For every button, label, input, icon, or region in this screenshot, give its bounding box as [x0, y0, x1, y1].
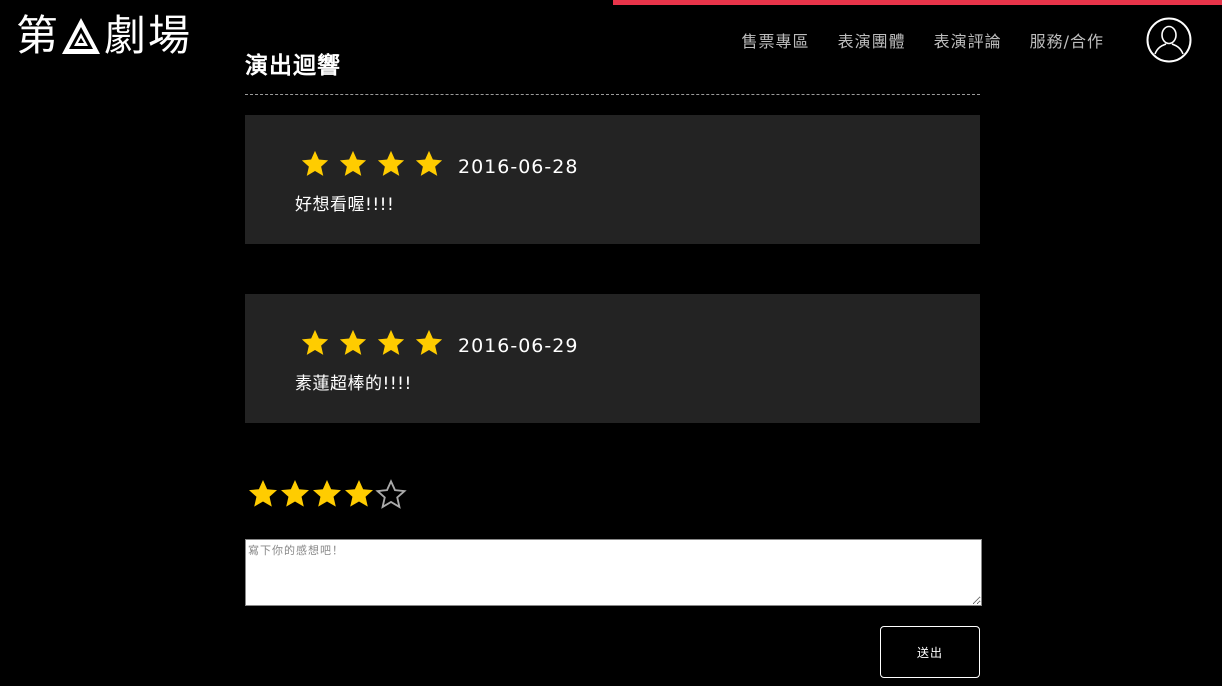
- site-logo[interactable]: 第 劇 場: [16, 12, 190, 60]
- star-filled-icon: [301, 150, 329, 176]
- star-filled-icon: [301, 329, 329, 355]
- logo-char-2: 劇: [104, 11, 147, 60]
- nav-item-services[interactable]: 服務/合作: [1030, 28, 1104, 52]
- review-card: 2016-06-28 好想看喔!!!!: [245, 115, 980, 244]
- star-filled-icon: [339, 329, 367, 355]
- review-comment: 素蓮超棒的!!!!: [295, 374, 412, 394]
- logo-triangle-icon: [62, 18, 101, 54]
- review-stars: 2016-06-28: [300, 149, 578, 179]
- review-date: 2016-06-28: [458, 156, 579, 178]
- top-accent-bar: [613, 0, 1222, 5]
- section-divider: [245, 94, 980, 95]
- review-date: 2016-06-29: [458, 335, 579, 357]
- page: 第 劇 場 售票專區 表演團體 表演評論 服務/合作 演出迴響 2016-06-…: [0, 0, 1222, 686]
- comment-textarea[interactable]: [245, 539, 982, 606]
- logo-char-1: 第: [16, 11, 59, 60]
- user-avatar-icon[interactable]: [1146, 17, 1192, 63]
- nav-item-reviews[interactable]: 表演評論: [934, 28, 1002, 52]
- rating-star-1-icon[interactable]: [247, 478, 279, 510]
- review-stars: 2016-06-29: [300, 328, 578, 358]
- nav-item-troupes[interactable]: 表演團體: [838, 28, 906, 52]
- star-filled-icon: [377, 150, 405, 176]
- section-title: 演出迴響: [245, 53, 341, 79]
- review-comment: 好想看喔!!!!: [295, 195, 395, 215]
- review-card: 2016-06-29 素蓮超棒的!!!!: [245, 294, 980, 423]
- logo-char-3: 場: [148, 11, 191, 60]
- star-filled-icon: [377, 329, 405, 355]
- rating-star-5-icon[interactable]: [375, 478, 407, 510]
- main-nav: 售票專區 表演團體 表演評論 服務/合作: [742, 28, 1104, 52]
- star-filled-icon: [415, 329, 443, 355]
- nav-item-tickets[interactable]: 售票專區: [742, 28, 810, 52]
- rating-input: [247, 478, 407, 510]
- rating-star-2-icon[interactable]: [279, 478, 311, 510]
- rating-star-3-icon[interactable]: [311, 478, 343, 510]
- submit-button[interactable]: 送出: [880, 626, 980, 678]
- star-filled-icon: [415, 150, 443, 176]
- star-filled-icon: [339, 150, 367, 176]
- rating-star-4-icon[interactable]: [343, 478, 375, 510]
